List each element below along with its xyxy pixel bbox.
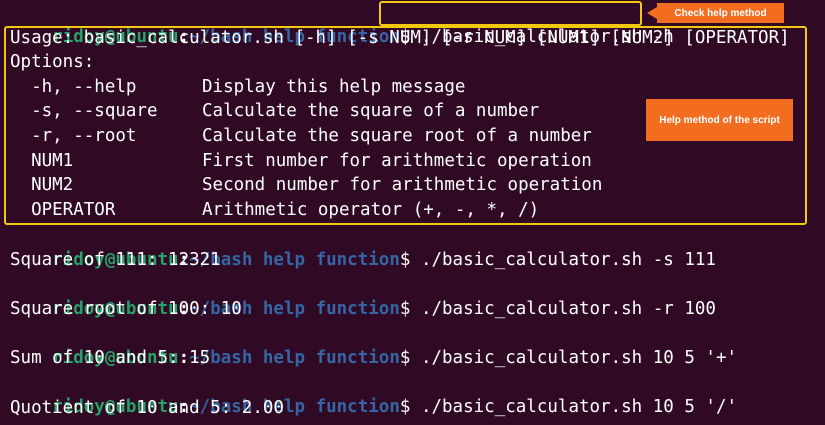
prompt-path: ~/bash help function (189, 348, 400, 368)
prompt-dollar: $ (399, 250, 411, 270)
output-line: Square root of 100: 10 (10, 299, 242, 319)
help-script-callout: Help method of the script (646, 99, 793, 141)
terminal-window[interactable]: ridoy@ubuntu:~/bash help function$ ./bas… (0, 0, 825, 425)
prompt-line: ridoy@ubuntu:~/bash help function$ ./bas… (10, 371, 737, 417)
prompt-dollar: $ (399, 397, 411, 417)
prompt-path: ~/bash help function (189, 250, 400, 270)
command-text: ./basic_calculator.sh 10 5 '/' (410, 397, 738, 417)
prompt-line: ridoy@ubuntu:~/bash help function$ ./bas… (10, 224, 716, 270)
prompt-line: ridoy@ubuntu:~/bash help function$ ./bas… (10, 322, 737, 368)
check-help-callout: Check help method (657, 3, 784, 23)
output-line: Square of 111: 12321 (10, 250, 221, 270)
command-highlight-box (379, 1, 642, 26)
command-text: ./basic_calculator.sh 10 5 '+' (410, 348, 738, 368)
callout-arrow (647, 7, 657, 19)
output-line: Sum of 10 and 5: 15 (10, 348, 211, 368)
command-text: ./basic_calculator.sh -s 111 (410, 250, 716, 270)
output-line: Quotient of 10 and 5: 2.00 (10, 398, 284, 418)
prompt-line: ridoy@ubuntu:~/bash help function$ ./bas… (10, 273, 716, 319)
prompt-dollar: $ (399, 348, 411, 368)
command-text: ./basic_calculator.sh -r 100 (410, 299, 716, 319)
prompt-dollar: $ (399, 299, 411, 319)
